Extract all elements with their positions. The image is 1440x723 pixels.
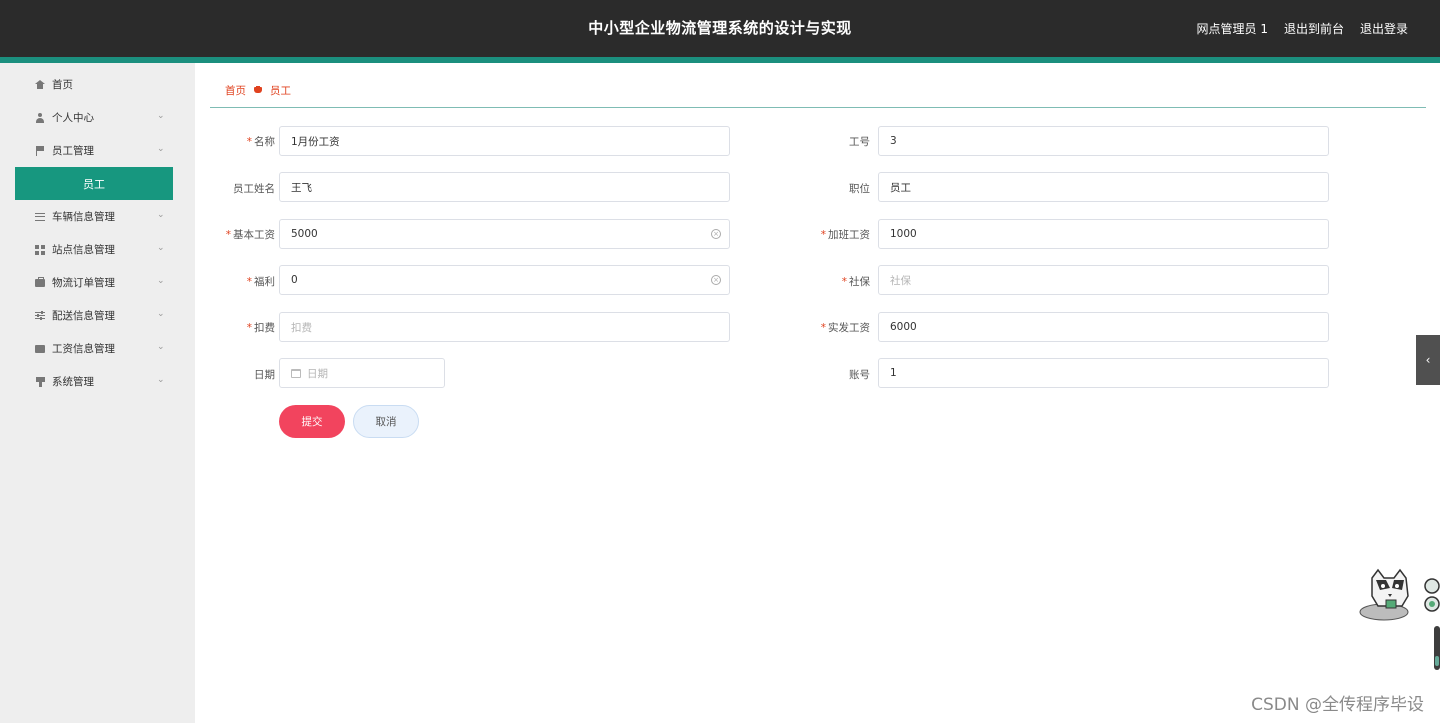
list-icon (34, 211, 46, 223)
chevron-down-icon: ⌄ (157, 309, 165, 319)
sidebar-item-vehicle-info[interactable]: 车辆信息管理 ⌄ (0, 200, 195, 233)
name-field[interactable]: 1月份工资 (279, 126, 730, 156)
sidebar-item-label: 个人中心 (52, 112, 94, 124)
side-panel-toggle[interactable]: ‹ (1416, 335, 1440, 385)
date-label: 日期 (254, 369, 275, 381)
clear-icon[interactable]: × (711, 275, 721, 285)
chevron-down-icon: ⌄ (157, 342, 165, 352)
social-security-label: * 社保 (841, 276, 870, 288)
sidebar-item-employee-management[interactable]: 员工管理 ⌄ (0, 134, 195, 167)
net-salary-label: * 实发工资 (820, 322, 870, 334)
sidebar-item-label: 首页 (52, 79, 73, 91)
breadcrumb: 首页 员工 (225, 83, 291, 98)
chevron-down-icon: ⌄ (157, 276, 165, 286)
sidebar-item-label: 配送信息管理 (52, 310, 115, 322)
breadcrumb-home[interactable]: 首页 (225, 83, 246, 98)
back-to-front-link[interactable]: 退出到前台 (1284, 20, 1344, 37)
watermark: CSDN @全传程序毕设 (1251, 695, 1424, 715)
flag-icon (34, 145, 46, 157)
card-icon (34, 343, 46, 355)
employee-name-field[interactable]: 王飞 (279, 172, 730, 202)
social-security-field[interactable]: 社保 (878, 265, 1329, 295)
employee-name-label: 员工姓名 (233, 183, 275, 195)
employee-no-field[interactable]: 3 (878, 126, 1329, 156)
employee-no-label: 工号 (849, 136, 870, 148)
base-salary-label: * 基本工资 (225, 229, 275, 241)
net-salary-field[interactable]: 6000 (878, 312, 1329, 342)
chevron-down-icon: ⌄ (157, 375, 165, 385)
overtime-pay-label: * 加班工资 (820, 229, 870, 241)
sidebar-subitem-employee[interactable]: 员工 (15, 167, 173, 200)
base-salary-field[interactable]: 5000 × (279, 219, 730, 249)
chevron-down-icon: ⌄ (157, 210, 165, 220)
chevron-down-icon: ⌄ (157, 111, 165, 121)
deduction-label: * 扣费 (246, 322, 275, 334)
sidebar-item-label: 物流订单管理 (52, 277, 115, 289)
breadcrumb-current: 员工 (270, 85, 291, 97)
welfare-field[interactable]: 0 × (279, 265, 730, 295)
overtime-pay-field[interactable]: 1000 (878, 219, 1329, 249)
date-picker[interactable]: 日期 (279, 358, 445, 388)
sidebar-item-station-info[interactable]: 站点信息管理 ⌄ (0, 233, 195, 266)
admin-label: 网点管理员 1 (1196, 22, 1268, 36)
user-icon (34, 112, 46, 124)
sidebar-item-label: 员工管理 (52, 145, 94, 157)
sidebar-item-home[interactable]: 首页 (0, 68, 195, 101)
logout-link[interactable]: 退出登录 (1360, 20, 1408, 37)
position-label: 职位 (849, 183, 870, 195)
chevron-down-icon: ⌄ (157, 243, 165, 253)
position-field[interactable]: 员工 (878, 172, 1329, 202)
sidebar-item-label: 工资信息管理 (52, 343, 115, 355)
cup-icon (34, 376, 46, 388)
account-field[interactable]: 1 (878, 358, 1329, 388)
calendar-icon (291, 368, 301, 378)
sidebar-item-logistics-orders[interactable]: 物流订单管理 ⌄ (0, 266, 195, 299)
name-label: * 名称 (246, 136, 275, 148)
header-actions: 网点管理员 1 退出到前台 退出登录 (1197, 0, 1408, 57)
grid-icon (34, 244, 46, 256)
scrollbar-thumb[interactable] (1434, 626, 1440, 670)
sidebar: 首页 个人中心 ⌄ 员工管理 ⌄ 员工 车辆信息管理 ⌄ 站点信息管理 ⌄ 物流… (0, 63, 195, 723)
cancel-button[interactable]: 取消 (353, 405, 419, 438)
sidebar-item-salary-info[interactable]: 工资信息管理 ⌄ (0, 332, 195, 365)
sidebar-item-label: 车辆信息管理 (52, 211, 115, 223)
breadcrumb-separator-icon (254, 85, 262, 95)
chevron-left-icon: ‹ (1425, 353, 1431, 367)
submit-button[interactable]: 提交 (279, 405, 345, 438)
main-content: 首页 员工 * 名称 1月份工资 工号 3 员工姓名 王飞 职位 员工 * 基本工资… (195, 63, 1440, 723)
home-icon (34, 79, 46, 91)
sidebar-item-personal-center[interactable]: 个人中心 ⌄ (0, 101, 195, 134)
sidebar-item-label: 站点信息管理 (52, 244, 115, 256)
chevron-down-icon: ⌄ (157, 144, 165, 154)
sidebar-item-label: 系统管理 (52, 376, 94, 388)
mascot-widget[interactable] (1358, 568, 1440, 624)
clear-icon[interactable]: × (711, 229, 721, 239)
sliders-icon (34, 310, 46, 322)
sidebar-item-system-management[interactable]: 系统管理 ⌄ (0, 365, 195, 398)
top-header: 中小型企业物流管理系统的设计与实现 网点管理员 1 退出到前台 退出登录 (0, 0, 1440, 57)
account-label: 账号 (849, 369, 870, 381)
deduction-field[interactable]: 扣费 (279, 312, 730, 342)
box-icon (34, 276, 46, 289)
sidebar-item-delivery-info[interactable]: 配送信息管理 ⌄ (0, 299, 195, 332)
welfare-label: * 福利 (246, 276, 275, 288)
breadcrumb-divider (210, 107, 1426, 108)
